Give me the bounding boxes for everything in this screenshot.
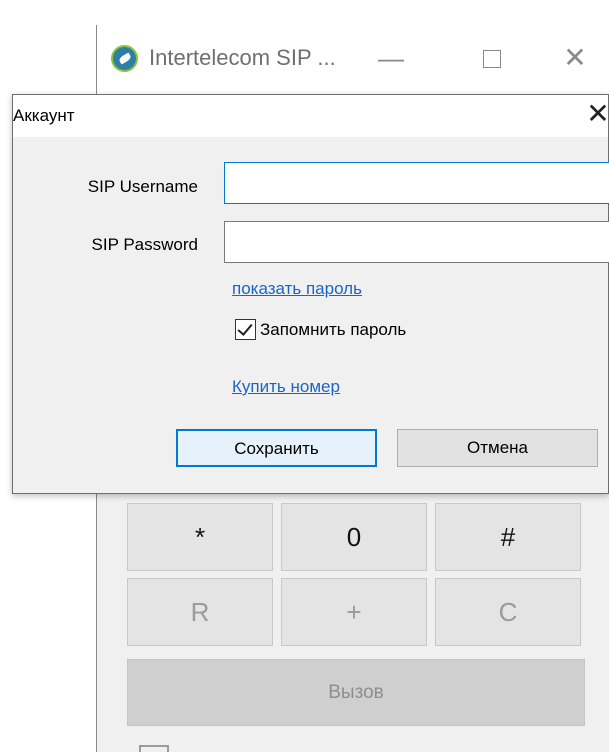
close-button[interactable]: ✕ bbox=[557, 42, 593, 74]
key-star[interactable]: * bbox=[127, 503, 273, 571]
cancel-button[interactable]: Отмена bbox=[397, 429, 598, 467]
buy-number-link[interactable]: Купить номер bbox=[232, 377, 340, 397]
username-label: SIP Username bbox=[87, 177, 198, 196]
maximize-button[interactable] bbox=[473, 42, 509, 74]
username-field[interactable] bbox=[224, 162, 609, 204]
minimize-button[interactable]: — bbox=[373, 42, 409, 74]
dialog-title: Аккаунт bbox=[13, 106, 75, 125]
remember-password-label: Запомнить пароль bbox=[260, 319, 407, 339]
password-label: SIP Password bbox=[91, 235, 198, 254]
key-r[interactable]: R bbox=[127, 578, 273, 646]
show-password-link[interactable]: показать пароль bbox=[232, 279, 362, 299]
key-c[interactable]: C bbox=[435, 578, 581, 646]
key-plus[interactable]: + bbox=[281, 578, 427, 646]
key-hash[interactable]: # bbox=[435, 503, 581, 571]
remember-password-checkbox[interactable] bbox=[235, 319, 256, 340]
password-field[interactable] bbox=[224, 221, 609, 263]
call-button[interactable]: Вызов bbox=[127, 659, 585, 726]
remember-password-row[interactable]: Запомнить пароль bbox=[235, 319, 406, 340]
main-window-title: Intertelecom SIP ... bbox=[149, 45, 336, 70]
app-logo-icon bbox=[111, 45, 138, 72]
key-0[interactable]: 0 bbox=[281, 503, 427, 571]
save-button[interactable]: Сохранить bbox=[176, 429, 377, 467]
dialog-titlebar: Аккаунт ✕ bbox=[13, 95, 609, 137]
small-control[interactable] bbox=[139, 745, 169, 752]
main-titlebar: Intertelecom SIP ... — ✕ bbox=[97, 25, 609, 95]
dialog-close-button[interactable]: ✕ bbox=[586, 99, 609, 129]
account-dialog: Аккаунт ✕ SIP Username SIP Password пока… bbox=[12, 94, 609, 494]
